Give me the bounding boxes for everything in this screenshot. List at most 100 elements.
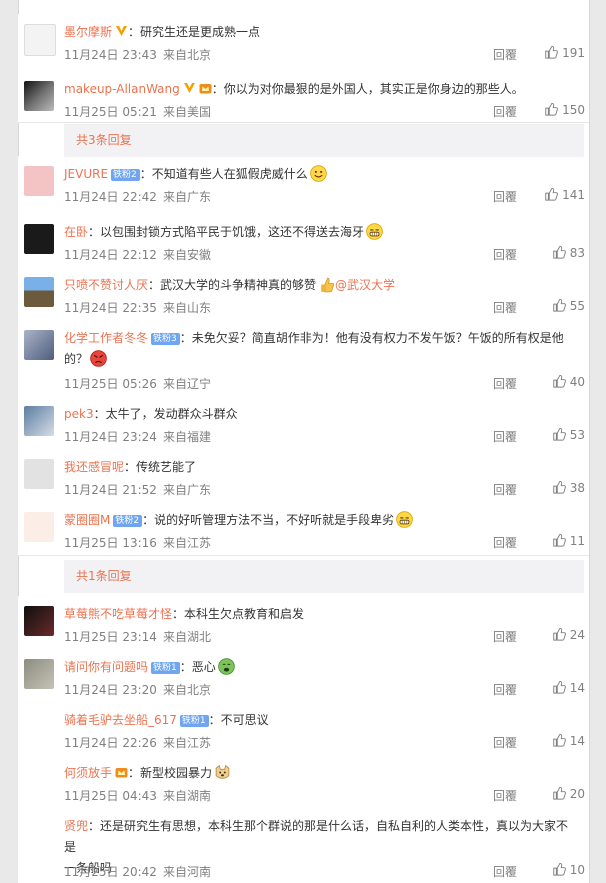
username-link[interactable]: pek3: [64, 407, 94, 421]
avatar[interactable]: [24, 406, 54, 436]
like-button[interactable]: 38: [525, 480, 585, 495]
reply-button[interactable]: 回覆: [493, 246, 517, 263]
username-link[interactable]: 只喷不赞讨人厌: [64, 278, 148, 292]
like-button[interactable]: 20: [525, 786, 585, 801]
username-link[interactable]: JEVURE: [64, 167, 108, 181]
comment-meta: 11月24日 22:42 来自广东: [64, 188, 211, 205]
reply-button[interactable]: 回覆: [493, 188, 517, 205]
comment-date: 11月24日 22:42: [64, 190, 157, 204]
fan-level-badge: 铁粉1: [179, 715, 209, 727]
like-count: 38: [569, 481, 585, 495]
reply-button[interactable]: 回覆: [493, 428, 517, 445]
like-button[interactable]: 24: [525, 627, 585, 642]
like-icon: [545, 102, 558, 116]
comment-item: JEVURE 铁粉2 ：不知道有些人在狐假虎威什么 11月24日 22:42 来自广东 回…: [18, 156, 589, 215]
comment-location: 来自江苏: [162, 536, 211, 550]
doge-emoji: [215, 764, 230, 779]
comment-location: 来自湖南: [162, 789, 211, 803]
verified-v-icon: [183, 83, 195, 93]
comment-location: 来自福建: [162, 430, 211, 444]
avatar[interactable]: [24, 512, 54, 542]
vip-crown-icon: [199, 84, 212, 94]
username-link[interactable]: 墨尔摩斯: [64, 25, 112, 39]
like-button[interactable]: 141: [525, 187, 585, 202]
reply-button[interactable]: 回覆: [493, 46, 517, 63]
smile-emoji: [310, 165, 327, 182]
like-button[interactable]: 40: [525, 374, 585, 389]
avatar[interactable]: [24, 712, 54, 742]
like-button[interactable]: 53: [525, 427, 585, 442]
reply-button[interactable]: 回覆: [493, 299, 517, 316]
comment-location: 来自北京: [162, 683, 211, 697]
avatar[interactable]: [24, 24, 56, 56]
comment-item: 墨尔摩斯 ：研究生还是更成熟一点 11月24日 23:43 来自北京 回覆 191: [18, 14, 589, 72]
reply-button[interactable]: 回覆: [493, 375, 517, 392]
reply-button[interactable]: 回覆: [493, 734, 517, 751]
like-button[interactable]: 10: [525, 862, 585, 877]
comment-date: 11月24日 22:26: [64, 736, 157, 750]
comment-body: ：恶心: [179, 660, 216, 674]
username-link[interactable]: 在卧: [64, 225, 88, 239]
fan-level-badge: 铁粉3: [151, 333, 180, 345]
comment-location: 来自湖北: [162, 630, 211, 644]
reply-button[interactable]: 回覆: [493, 628, 517, 645]
username-link[interactable]: 化学工作者冬冬: [64, 331, 148, 345]
comment-text: 我还感冒呢：传统艺能了: [64, 457, 571, 478]
avatar[interactable]: [24, 818, 54, 848]
like-icon: [552, 427, 566, 441]
left-frame: [0, 0, 19, 883]
comment-date: 11月24日 23:20: [64, 683, 157, 697]
like-count: 141: [562, 188, 585, 202]
reply-button[interactable]: 回覆: [493, 534, 517, 551]
comment-text: 在卧：以包围封锁方式陷平民于饥饿，这还不得送去海牙: [64, 222, 571, 243]
like-button[interactable]: 14: [525, 680, 585, 695]
comment-body-continued: 的？: [64, 352, 89, 366]
reply-button[interactable]: 回覆: [493, 481, 517, 498]
avatar[interactable]: [24, 459, 54, 489]
avatar[interactable]: [24, 765, 54, 795]
like-button[interactable]: 83: [525, 245, 585, 260]
avatar[interactable]: [24, 330, 54, 360]
comment-body: ：你以为对你最狠的是外国人，其实正是你身边的那些人。: [211, 82, 524, 96]
like-count: 40: [569, 375, 585, 389]
reply-button[interactable]: 回覆: [493, 681, 517, 698]
mention-link[interactable]: @武汉大学: [335, 278, 395, 292]
avatar[interactable]: [24, 81, 54, 111]
like-icon: [545, 187, 558, 201]
comment-item: 骑着毛驴去坐船_617 铁粉1 ：不可思议 11月24日 22:26 来自江苏 回覆 14: [18, 702, 589, 756]
reply-button[interactable]: 回覆: [493, 787, 517, 804]
avatar[interactable]: [24, 659, 54, 689]
comment-date: 11月25日 04:43: [64, 789, 157, 803]
like-button[interactable]: 14: [525, 733, 585, 748]
reply-button[interactable]: 回覆: [493, 863, 517, 880]
view-replies-button[interactable]: 共1条回复: [64, 560, 584, 593]
comment-text: 草莓熊不吃草莓才怪：本科生欠点教育和启发: [64, 604, 571, 625]
username-link[interactable]: 请问你有问题吗: [64, 660, 148, 674]
like-button[interactable]: 150: [525, 102, 585, 117]
reply-button[interactable]: 回覆: [493, 103, 517, 120]
comment-location: 来自河南: [162, 865, 211, 879]
username-link[interactable]: 草莓熊不吃草莓才怪: [64, 607, 172, 621]
grin-emoji: [366, 223, 383, 240]
username-link[interactable]: 骑着毛驴去坐船_617: [64, 713, 177, 727]
avatar[interactable]: [24, 277, 54, 307]
like-button[interactable]: 55: [525, 298, 585, 313]
verified-v-icon: [116, 26, 128, 36]
comment-date: 11月25日 05:21: [64, 105, 157, 119]
comment-body: ：新型校园暴力: [128, 766, 213, 780]
like-button[interactable]: 11: [525, 533, 585, 548]
like-count: 83: [569, 246, 585, 260]
view-replies-button[interactable]: 共3条回复: [64, 124, 584, 157]
avatar[interactable]: [24, 606, 54, 636]
username-link[interactable]: 蒙圈圈M: [64, 513, 110, 527]
like-button[interactable]: 191: [525, 45, 585, 60]
username-link[interactable]: makeup-AllanWang: [64, 82, 180, 96]
avatar[interactable]: [24, 166, 54, 196]
username-link[interactable]: 我还感冒呢: [64, 460, 124, 474]
username-link[interactable]: 贤兜: [64, 819, 88, 833]
avatar[interactable]: [24, 224, 54, 254]
username-link[interactable]: 何须放手: [64, 766, 112, 780]
emoji: [396, 511, 413, 528]
comment-body: ：还是研究生有思想，本科生那个群说的那是什么话，自私自利的人类本性，真以为大家不…: [64, 819, 569, 854]
emoji: [310, 165, 327, 182]
